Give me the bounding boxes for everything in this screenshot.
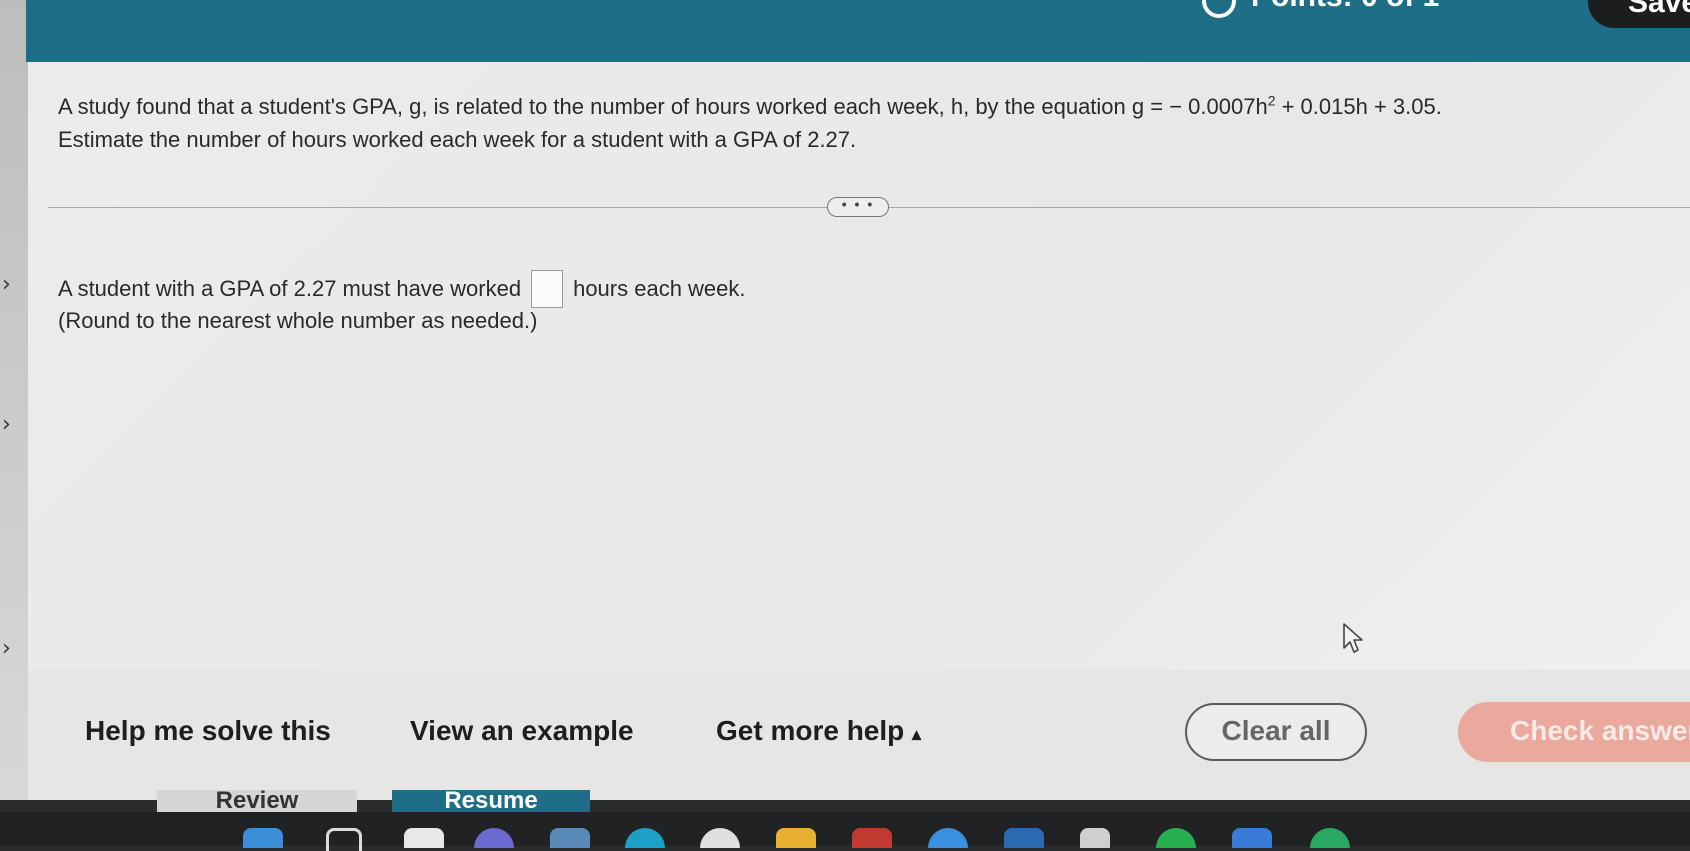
text-app-icon[interactable] <box>1080 828 1110 848</box>
progress-circle-icon <box>1202 0 1236 18</box>
help-me-solve-button[interactable]: Help me solve this <box>85 715 331 747</box>
rounding-note: (Round to the nearest whole number as ne… <box>58 308 538 333</box>
search-icon[interactable] <box>326 828 362 851</box>
check-answer-button[interactable]: Check answer <box>1458 702 1690 762</box>
question-line1: A study found that a student's GPA, g, i… <box>58 94 1268 119</box>
question-line1-end: + 0.015h + 3.05. <box>1275 94 1442 119</box>
question-panel: A study found that a student's GPA, g, i… <box>28 62 1690 670</box>
mouse-pointer-icon <box>1342 622 1366 659</box>
app-icon[interactable] <box>928 828 968 848</box>
file-explorer-icon[interactable] <box>404 828 444 848</box>
get-more-help-button[interactable]: Get more help ▴ <box>716 715 921 747</box>
save-button[interactable]: Save <box>1588 0 1690 28</box>
show-more-button[interactable]: • • • <box>827 197 889 217</box>
answer-prefix: A student with a GPA of 2.27 must have w… <box>58 276 522 301</box>
expand-chevron-icon[interactable]: › <box>2 272 11 297</box>
os-taskbar <box>0 812 1690 851</box>
calendar-icon[interactable] <box>550 828 590 848</box>
left-sidebar-strip: › › › <box>0 0 28 810</box>
answer-suffix: hours each week. <box>573 276 746 301</box>
question-line2: Estimate the number of hours worked each… <box>58 127 857 152</box>
edge-browser-icon[interactable] <box>625 828 665 848</box>
clear-all-button[interactable]: Clear all <box>1185 703 1367 761</box>
mail-icon[interactable] <box>852 828 892 848</box>
start-menu-icon[interactable] <box>243 828 283 848</box>
review-tab[interactable]: Review <box>157 790 357 812</box>
expand-chevron-icon[interactable]: › <box>2 636 11 661</box>
spotify-icon[interactable] <box>1156 828 1196 848</box>
action-footer: Help me solve this View an example Get m… <box>28 670 1690 800</box>
points-label: Points: 0 of 1 <box>1251 0 1439 14</box>
app-icon[interactable] <box>1232 828 1272 848</box>
resume-tab[interactable]: Resume <box>392 790 590 812</box>
store-icon[interactable] <box>1004 828 1044 848</box>
answer-sentence: A student with a GPA of 2.27 must have w… <box>58 270 746 308</box>
question-text: A study found that a student's GPA, g, i… <box>58 90 1658 156</box>
whatsapp-icon[interactable] <box>1310 828 1350 848</box>
get-more-help-label: Get more help <box>716 715 905 746</box>
expand-chevron-icon[interactable]: › <box>2 412 11 437</box>
view-example-button[interactable]: View an example <box>410 715 634 747</box>
header-bar: Points: 0 of 1 Save <box>26 0 1690 62</box>
answer-input[interactable] <box>531 270 564 308</box>
teams-icon[interactable] <box>474 828 514 848</box>
chrome-browser-icon[interactable] <box>700 828 740 848</box>
folder-icon[interactable] <box>776 828 816 848</box>
caret-up-icon: ▴ <box>912 724 922 744</box>
